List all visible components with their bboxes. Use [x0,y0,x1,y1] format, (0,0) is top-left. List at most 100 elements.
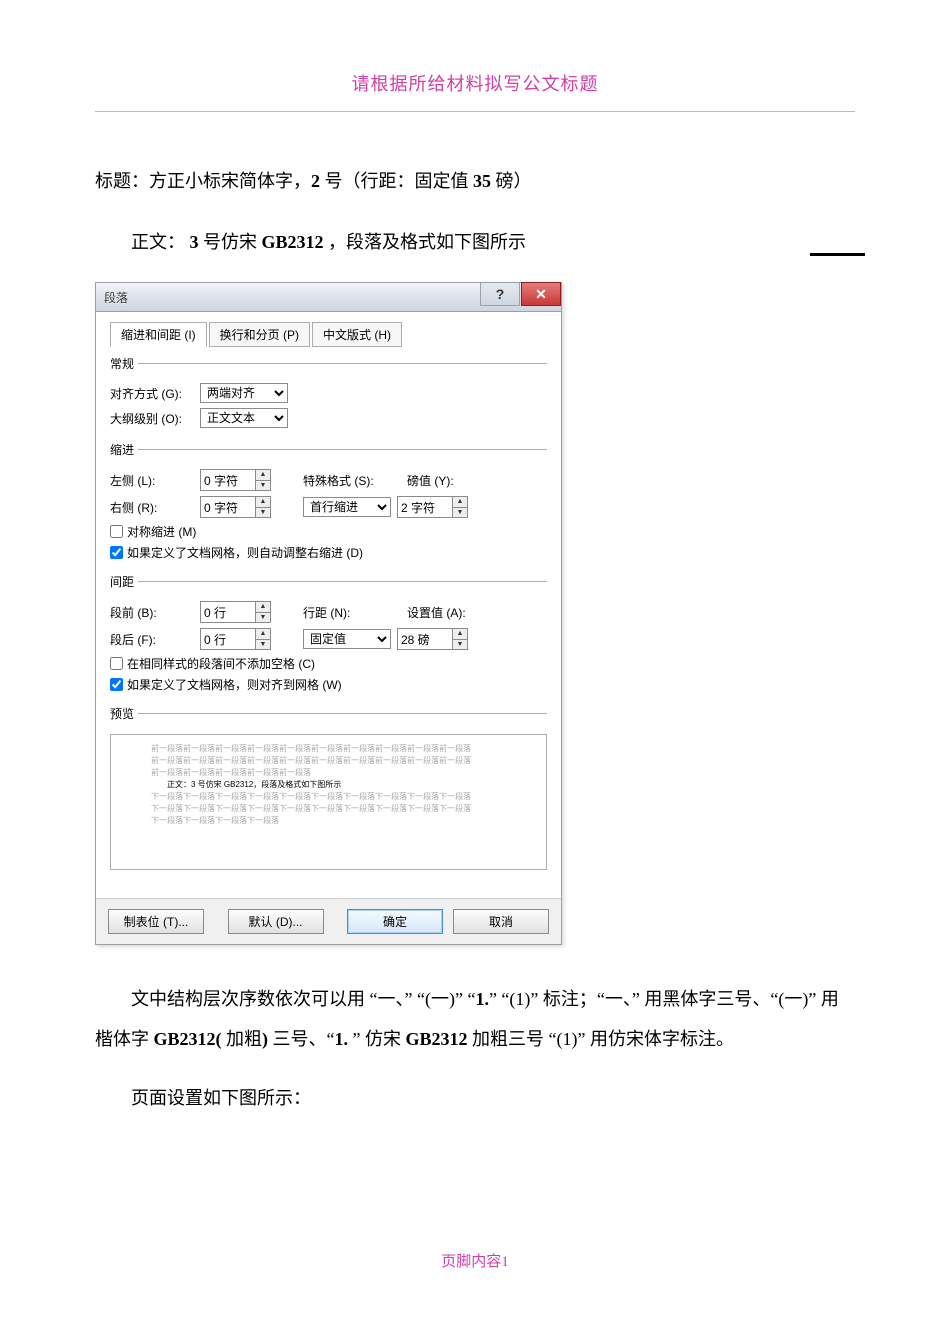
alignment-select[interactable]: 两端对齐 [200,383,288,403]
text: 文中结构层次序数依次可以用 “一、” “(一)” “ [131,989,475,1009]
group-spacing: 间距 段前 (B): ▲▼ 行距 (N): 设置值 (A): 段后 (F): [110,573,547,697]
spin-down-icon[interactable]: ▼ [453,640,467,650]
preview-text: 前一段落前一段落前一段落前一段落前一段落前一段落前一段落前一段落前一段落前一段落 [151,755,506,767]
text: ，段落及格式如下图所示 [324,232,527,252]
dialog-footer: 制表位 (T)... 默认 (D)... 确定 取消 [96,898,561,944]
text-bold: 1. [335,1029,349,1049]
preview-sample-text: 正文：3 号仿宋 GB2312，段落及格式如下图所示 [151,779,506,791]
tab-line-page-breaks[interactable]: 换行和分页 (P) [209,322,310,347]
outline-level-select[interactable]: 正文文本 [200,408,288,428]
auto-adjust-right-indent-checkbox[interactable] [110,546,123,559]
special-format-select[interactable]: 首行缩进 [303,497,391,517]
text: 加粗三号 “(1)” 用仿宋体字标注。 [468,1029,734,1049]
preview-text: 下一段落下一段落下一段落下一段落下一段落下一段落下一段落下一段落下一段落下一段落 [151,791,506,803]
preview-text: 下一段落下一段落下一段落下一段落 [151,815,506,827]
help-button[interactable]: ? [480,282,520,306]
text: 号（行距：固定值 [320,171,473,191]
preview-text: 前一段落前一段落前一段落前一段落前一段落前一段落前一段落前一段落前一段落前一段落 [151,743,506,755]
text-bold: GB2312 [262,232,324,252]
spin-up-icon[interactable]: ▲ [256,470,270,481]
indent-left-label: 左侧 (L): [110,472,194,489]
spin-up-icon[interactable]: ▲ [256,497,270,508]
group-preview-legend: 预览 [110,705,138,722]
at-value-input[interactable] [398,629,452,649]
tab-bar: 缩进和间距 (I) 换行和分页 (P) 中文版式 (H) [110,322,547,347]
at-value-label: 设置值 (A): [407,604,487,621]
tabs-button[interactable]: 制表位 (T)... [108,909,204,934]
text: ” 仿宋 [348,1029,406,1049]
title-spec-line: 标题：方正小标宋简体字，2 号（行距：固定值 35 磅） [95,167,855,193]
page-header: 请根据所给材料拟写公文标题 [95,70,855,112]
preview-text: 前一段落前一段落前一段落前一段落前一段落 [151,767,506,779]
text: 磅） [491,171,532,191]
indent-right-label: 右侧 (R): [110,499,194,516]
ok-button[interactable]: 确定 [347,909,443,934]
at-value-spinner[interactable]: ▲▼ [397,628,468,650]
preview-box: 前一段落前一段落前一段落前一段落前一段落前一段落前一段落前一段落前一段落前一段落… [110,734,547,870]
line-spacing-label: 行距 (N): [303,604,383,621]
no-space-same-style-checkbox[interactable] [110,657,123,670]
text-bold: GB2312( [154,1029,222,1049]
indent-right-input[interactable] [201,497,255,517]
line-spacing-select[interactable]: 固定值 [303,629,391,649]
preview-text: 下一段落下一段落下一段落下一段落下一段落下一段落下一段落下一段落下一段落下一段落 [151,803,506,815]
page-footer: 页脚内容1 [95,1250,855,1301]
text: 加粗 [222,1029,263,1049]
space-after-label: 段后 (F): [110,631,194,648]
space-after-input[interactable] [201,629,255,649]
group-general-legend: 常规 [110,355,138,372]
titlebar: 段落 ? ✕ [96,283,561,312]
dialog-title: 段落 [104,289,128,306]
text-bold: 35 [473,171,491,191]
by-value-label: 磅值 (Y): [407,472,487,489]
default-button[interactable]: 默认 (D)... [228,909,324,934]
spin-up-icon[interactable]: ▲ [453,497,467,508]
spin-up-icon[interactable]: ▲ [256,602,270,613]
mirror-indent-label: 对称缩进 (M) [127,523,196,540]
spin-down-icon[interactable]: ▼ [256,481,270,491]
text: 正文： [131,232,190,252]
space-after-spinner[interactable]: ▲▼ [200,628,271,650]
snap-to-grid-checkbox[interactable] [110,678,123,691]
structure-sequence-paragraph: 文中结构层次序数依次可以用 “一、” “(一)” “1.” “(1)” 标注；“… [95,980,855,1059]
indent-right-spinner[interactable]: ▲▼ [200,496,271,518]
spin-up-icon[interactable]: ▲ [256,629,270,640]
text-bold: 1. [475,989,489,1009]
group-spacing-legend: 间距 [110,573,138,590]
spin-down-icon[interactable]: ▼ [256,508,270,518]
spin-down-icon[interactable]: ▼ [256,640,270,650]
space-before-spinner[interactable]: ▲▼ [200,601,271,623]
text: 标题：方正小标宋简体字， [95,171,311,191]
close-button[interactable]: ✕ [521,282,561,306]
cancel-button[interactable]: 取消 [453,909,549,934]
group-indent-legend: 缩进 [110,441,138,458]
text: 号仿宋 [199,232,262,252]
space-before-label: 段前 (B): [110,604,194,621]
group-general: 常规 对齐方式 (G): 两端对齐 大纲级别 (O): 正文文本 [110,355,547,433]
by-value-spinner[interactable]: ▲▼ [397,496,468,518]
auto-adjust-right-indent-label: 如果定义了文档网格，则自动调整右缩进 (D) [127,544,363,561]
text: 三号、“ [268,1029,335,1049]
by-value-input[interactable] [398,497,452,517]
indent-left-input[interactable] [201,470,255,490]
spin-down-icon[interactable]: ▼ [453,508,467,518]
tab-asian-typography[interactable]: 中文版式 (H) [312,322,402,347]
text-bold: 2 [311,171,320,191]
outline-level-label: 大纲级别 (O): [110,410,194,427]
group-preview: 预览 前一段落前一段落前一段落前一段落前一段落前一段落前一段落前一段落前一段落前… [110,705,547,880]
spin-down-icon[interactable]: ▼ [256,613,270,623]
page-setup-intro: 页面设置如下图所示： [95,1084,855,1110]
group-indent: 缩进 左侧 (L): ▲▼ 特殊格式 (S): 磅值 (Y): 右侧 (R): [110,441,547,565]
spin-up-icon[interactable]: ▲ [453,629,467,640]
marker-line [810,253,865,256]
text-bold: GB2312 [406,1029,468,1049]
paragraph-dialog: 段落 ? ✕ 缩进和间距 (I) 换行和分页 (P) 中文版式 (H) 常规 对… [95,282,562,945]
no-space-same-style-label: 在相同样式的段落间不添加空格 (C) [127,655,315,672]
mirror-indent-checkbox[interactable] [110,525,123,538]
space-before-input[interactable] [201,602,255,622]
snap-to-grid-label: 如果定义了文档网格，则对齐到网格 (W) [127,676,342,693]
indent-left-spinner[interactable]: ▲▼ [200,469,271,491]
body-spec-line: 正文： 3 号仿宋 GB2312 ，段落及格式如下图所示 [95,228,855,254]
alignment-label: 对齐方式 (G): [110,385,194,402]
tab-indent-spacing[interactable]: 缩进和间距 (I) [110,322,207,347]
